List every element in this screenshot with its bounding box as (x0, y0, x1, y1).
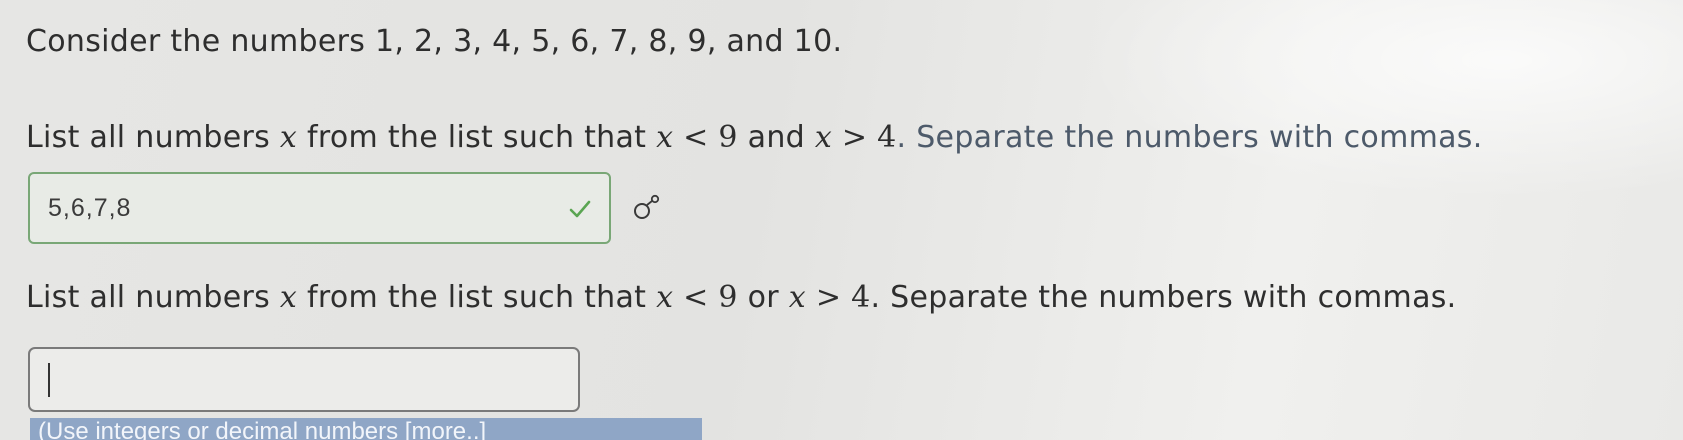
intro-text: Consider the numbers 1, 2, 3, 4, 5, 6, 7… (26, 24, 843, 59)
problem-intro: Consider the numbers 1, 2, 3, 4, 5, 6, 7… (26, 24, 842, 59)
check-icon (569, 200, 591, 218)
input-hint-tooltip: (Use integers or decimal numbers [more..… (30, 418, 702, 440)
q2-middle: from the list such that (297, 280, 657, 315)
q1-middle: from the list such that (297, 120, 657, 155)
q2-operator: > (806, 280, 852, 315)
answer-1-input[interactable]: 5,6,7,8 (28, 172, 611, 244)
question-2-prompt: List all numbers x from the list such th… (26, 280, 1457, 315)
question-1-prompt: List all numbers x from the list such th… (26, 120, 1483, 155)
q1-suffix: . Separate the numbers with commas. (896, 120, 1483, 155)
text-caret (48, 363, 50, 397)
q2-conjunction: or (737, 280, 789, 315)
q1-prefix: List all numbers (26, 120, 280, 155)
q1-operator: > (832, 120, 878, 155)
q1-number: 9 (718, 120, 738, 155)
partial-credit-icon[interactable] (630, 190, 664, 224)
q2-var: x (656, 280, 674, 315)
q2-prefix: List all numbers (26, 280, 280, 315)
q1-var: x (656, 120, 674, 155)
q2-suffix: . Separate the numbers with commas. (870, 280, 1457, 315)
q1-operator: < (673, 120, 719, 155)
q2-operator: < (673, 280, 719, 315)
q2-number: 9 (718, 280, 738, 315)
q1-conjunction: and (737, 120, 815, 155)
q2-number: 4 (851, 280, 871, 315)
answer-1-value: 5,6,7,8 (48, 194, 132, 222)
answer-2-input[interactable] (28, 347, 580, 412)
screen-glare (1080, 0, 1683, 200)
q1-var: x (814, 120, 833, 155)
q2-var: x (279, 280, 298, 315)
q1-var: x (279, 120, 298, 155)
hint-text[interactable]: (Use integers or decimal numbers [more..… (38, 418, 486, 440)
q2-var: x (788, 280, 806, 315)
q1-number: 4 (877, 120, 897, 155)
